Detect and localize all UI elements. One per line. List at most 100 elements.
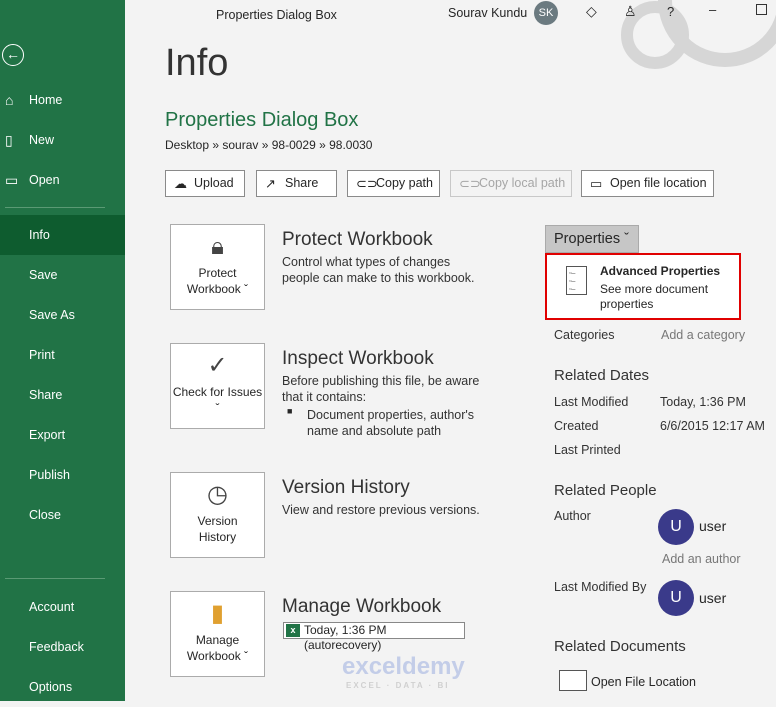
- created-value: 6/6/2015 12:17 AM: [660, 419, 765, 433]
- minimize-icon[interactable]: –: [709, 2, 716, 17]
- window-title: Properties Dialog Box: [216, 8, 337, 22]
- document-title: Properties Dialog Box: [165, 109, 359, 131]
- sidebar-item-info[interactable]: Info: [0, 215, 125, 255]
- advanced-properties-description: See more document properties: [600, 282, 709, 311]
- created-label: Created: [554, 419, 599, 433]
- autorecovery-version-item[interactable]: x Today, 1:36 PM (autorecovery): [283, 622, 465, 652]
- label: Open file location: [610, 176, 707, 190]
- upload-button[interactable]: ☁ Upload: [165, 170, 245, 197]
- section-description: View and restore previous versions.: [282, 503, 480, 517]
- page-title: Info: [165, 42, 229, 84]
- label: Print: [29, 348, 55, 362]
- copy-path-button[interactable]: ⊂⊃ Copy path: [347, 170, 440, 197]
- open-file-location-link[interactable]: Open File Location: [591, 675, 696, 689]
- label: Export: [29, 428, 66, 442]
- version-history-button[interactable]: ◷ Version History: [170, 472, 265, 558]
- advanced-properties-icon: ▫– ▫– ▫–: [566, 266, 587, 295]
- home-icon: ⌂: [5, 92, 14, 108]
- section-description: Control what types of changes people can…: [282, 255, 475, 285]
- open-file-location-button[interactable]: ▭ Open file location: [581, 170, 714, 197]
- label: Close: [29, 508, 61, 522]
- bullet-icon: ■: [287, 406, 293, 416]
- modifier-name[interactable]: user: [699, 590, 726, 606]
- label: Open: [29, 173, 60, 187]
- manage-workbook-button[interactable]: ▮ Manage Workbook ˇ: [170, 591, 265, 677]
- label: Share: [285, 176, 319, 190]
- label: Today, 1:36 PM (autorecovery): [304, 623, 387, 652]
- folder-icon: ▭: [590, 176, 603, 191]
- label: Check for Issues ˇ: [172, 385, 263, 415]
- label: Copy path: [376, 176, 433, 190]
- add-category-field[interactable]: Add a category: [661, 328, 745, 342]
- inspect-document-icon: ✓: [207, 352, 228, 379]
- diamond-icon[interactable]: ◇: [586, 3, 597, 20]
- properties-menu: ▫– ▫– ▫– Advanced Properties See more docu…: [545, 253, 741, 320]
- sidebar-item-publish[interactable]: Publish: [0, 455, 125, 495]
- sidebar-item-print[interactable]: Print: [0, 335, 125, 375]
- sidebar-item-feedback[interactable]: Feedback: [0, 627, 125, 667]
- exceldemy-watermark: exceldemy EXCEL · DATA · BI: [318, 653, 465, 690]
- new-file-icon: ▯: [5, 132, 13, 148]
- label: Protect Workbook ˇ: [186, 266, 249, 296]
- advanced-properties-item[interactable]: Advanced Properties: [600, 264, 720, 278]
- history-clock-icon: ◷: [207, 481, 228, 508]
- add-author-field[interactable]: Add an author: [662, 552, 741, 566]
- properties-dropdown-button[interactable]: Properties ˇ: [545, 225, 639, 253]
- last-printed-label: Last Printed: [554, 443, 621, 457]
- sidebar-item-open[interactable]: ▭ Open: [0, 160, 125, 200]
- back-arrow-icon[interactable]: ←: [2, 44, 24, 66]
- label: Save: [29, 268, 58, 282]
- related-documents-heading: Related Documents: [554, 638, 686, 655]
- bullet-text: Document properties, author's name and a…: [307, 408, 475, 438]
- folder-icon: [559, 670, 587, 691]
- protect-workbook-button[interactable]: 🔒︎ Protect Workbook ˇ: [170, 224, 265, 310]
- sidebar-item-options[interactable]: Options: [0, 667, 125, 707]
- label: Share: [29, 388, 63, 402]
- label: Upload: [194, 176, 234, 190]
- related-dates-heading: Related Dates: [554, 367, 650, 384]
- sidebar-item-share[interactable]: Share: [0, 375, 125, 415]
- maximize-icon[interactable]: [756, 4, 767, 15]
- watermark-tag: EXCEL · DATA · BI: [346, 681, 450, 690]
- sidebar-item-new[interactable]: ▯ New: [0, 120, 125, 160]
- cloud-upload-icon: ☁: [174, 176, 187, 191]
- label: Feedback: [29, 640, 84, 654]
- last-modified-by-label: Last Modified By: [554, 580, 647, 594]
- label: Info: [29, 228, 50, 242]
- user-avatar[interactable]: SK: [534, 1, 558, 25]
- sidebar-item-save[interactable]: Save: [0, 255, 125, 295]
- link-icon: ⊂⊃: [459, 176, 481, 191]
- sidebar-item-account[interactable]: Account: [0, 587, 125, 627]
- label: Copy local path: [479, 176, 566, 190]
- check-for-issues-button[interactable]: ✓ Check for Issues ˇ: [170, 343, 265, 429]
- feedback-person-icon[interactable]: ♙: [624, 3, 637, 20]
- sidebar-item-export[interactable]: Export: [0, 415, 125, 455]
- breadcrumb: Desktop » sourav » 98-0029 » 98.0030: [165, 138, 373, 152]
- last-modified-value: Today, 1:36 PM: [660, 395, 746, 409]
- divider: [5, 207, 105, 208]
- section-title: Protect Workbook: [282, 229, 433, 250]
- copy-local-path-button: ⊂⊃ Copy local path: [450, 170, 572, 197]
- label: Version History: [197, 514, 238, 544]
- label: New: [29, 133, 55, 147]
- share-button[interactable]: ↗ Share: [256, 170, 337, 197]
- divider: [5, 578, 105, 579]
- link-icon: ⊂⊃: [356, 176, 378, 191]
- help-icon[interactable]: ?: [667, 4, 674, 19]
- lock-icon: 🔒︎: [211, 233, 224, 260]
- section-description: Before publishing this file, be aware th…: [282, 374, 480, 404]
- label: Account: [29, 600, 75, 614]
- related-people-heading: Related People: [554, 482, 657, 499]
- label: Save As: [29, 308, 75, 322]
- section-title: Manage Workbook: [282, 596, 442, 617]
- sidebar-item-close[interactable]: Close: [0, 495, 125, 535]
- categories-label: Categories: [554, 328, 615, 342]
- author-name[interactable]: user: [699, 518, 726, 534]
- excel-file-icon: x: [286, 624, 300, 637]
- section-title: Inspect Workbook: [282, 348, 434, 369]
- user-name[interactable]: Sourav Kundu: [448, 6, 527, 20]
- label: Options: [29, 680, 73, 694]
- sidebar-item-home[interactable]: ⌂ Home: [0, 80, 125, 120]
- sidebar-item-save-as[interactable]: Save As: [0, 295, 125, 335]
- author-avatar: U: [658, 509, 694, 545]
